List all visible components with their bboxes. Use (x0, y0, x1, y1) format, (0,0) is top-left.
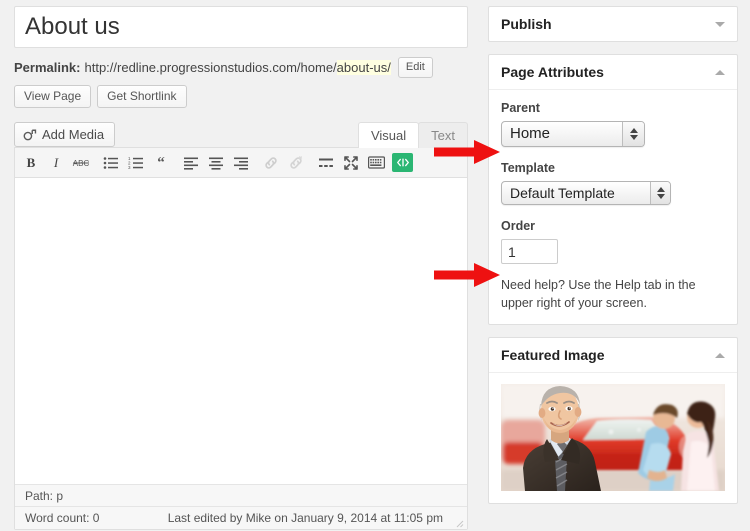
page-attributes-help-text: Need help? Use the Help tab in the upper… (501, 278, 696, 311)
editor-path-status: Path: p (15, 484, 467, 506)
get-shortlink-button[interactable]: Get Shortlink (97, 85, 187, 108)
parent-select[interactable]: Home (501, 121, 645, 147)
parent-select-value: Home (510, 125, 551, 142)
edit-permalink-button[interactable]: Edit (397, 57, 433, 78)
parent-select-stepper[interactable] (622, 122, 644, 146)
parent-label: Parent (501, 101, 540, 115)
chevron-down-icon[interactable] (715, 21, 725, 27)
page-attributes-box-header[interactable]: Page Attributes (489, 55, 737, 90)
page-title-box (14, 6, 468, 48)
template-select-stepper[interactable] (650, 182, 670, 204)
svg-text:“: “ (157, 156, 165, 170)
permalink-base-url: http://redline.progressionstudios.com/ho… (84, 60, 337, 75)
featured-image-box-title: Featured Image (501, 347, 605, 364)
bold-icon[interactable]: B (19, 151, 43, 175)
numbered-list-icon[interactable]: 1 2 3 (124, 151, 148, 175)
template-select-value: Default Template (510, 185, 615, 201)
fullscreen-icon[interactable] (339, 151, 363, 175)
annotation-arrow-order (434, 263, 500, 287)
blockquote-icon[interactable]: “ (149, 151, 173, 175)
svg-text:B: B (27, 155, 36, 170)
word-count-label: Word count: 0 (25, 511, 100, 525)
editor-shell: B I ABC 1 2 3 “ Path: p Word count: 0 La… (14, 147, 468, 530)
template-select[interactable]: Default Template (501, 181, 671, 205)
strikethrough-icon[interactable]: ABC (69, 151, 93, 175)
publish-box: Publish (488, 6, 738, 42)
order-input[interactable] (501, 239, 558, 264)
order-label: Order (501, 219, 536, 233)
unlink-icon[interactable] (284, 151, 308, 175)
editor-toolbar: B I ABC 1 2 3 “ (15, 148, 467, 178)
wordpress-page-editor-screen: Permalink: http://redline.progressionstu… (0, 0, 750, 530)
tab-visual[interactable]: Visual (357, 122, 420, 148)
add-media-icon (23, 128, 37, 142)
page-title-input[interactable] (23, 13, 459, 41)
main-editor-column: Permalink: http://redline.progressionstu… (14, 6, 468, 530)
align-left-icon[interactable] (179, 151, 203, 175)
add-media-label: Add Media (42, 127, 105, 142)
add-media-button[interactable]: Add Media (14, 122, 116, 147)
page-attributes-box-title: Page Attributes (501, 64, 604, 80)
page-attributes-box: Page Attributes Parent Home Template Def… (488, 54, 738, 326)
shortcode-icon[interactable] (392, 153, 413, 172)
featured-image-content (489, 373, 737, 503)
permalink-row: Permalink: http://redline.progressionstu… (14, 57, 468, 78)
chevron-up-icon[interactable] (715, 69, 725, 75)
editor-content-area[interactable] (15, 178, 467, 484)
chevron-up-icon[interactable] (715, 352, 725, 358)
kitchen-sink-icon[interactable] (364, 151, 388, 175)
editor-top-bar: Add Media Visual Text (14, 120, 468, 148)
template-label: Template (501, 161, 555, 175)
permalink-action-buttons: View Page Get Shortlink (14, 85, 468, 108)
editor-footer-status: Word count: 0 Last edited by Mike on Jan… (15, 506, 467, 529)
annotation-arrow-parent (434, 140, 500, 164)
bullet-list-icon[interactable] (99, 151, 123, 175)
publish-box-title: Publish (501, 16, 552, 32)
link-icon[interactable] (259, 151, 283, 175)
editor-resize-handle[interactable] (454, 517, 464, 528)
view-page-button[interactable]: View Page (14, 85, 92, 108)
last-edited-label: Last edited by Mike on January 9, 2014 a… (167, 511, 443, 525)
svg-text:3: 3 (128, 165, 131, 170)
italic-icon[interactable]: I (44, 151, 68, 175)
svg-text:I: I (53, 155, 59, 170)
sidebar-column: Publish Page Attributes Parent Home Temp… (488, 6, 738, 516)
insert-more-tag-icon[interactable] (314, 151, 338, 175)
permalink-slug[interactable]: about-us/ (336, 60, 391, 75)
align-center-icon[interactable] (204, 151, 228, 175)
page-attributes-content: Parent Home Template Default Template Or… (489, 90, 737, 324)
permalink-label: Permalink: (14, 60, 81, 75)
featured-image-box-header[interactable]: Featured Image (489, 338, 737, 374)
align-right-icon[interactable] (229, 151, 253, 175)
publish-box-header[interactable]: Publish (489, 7, 737, 41)
featured-image-box: Featured Image (488, 337, 738, 505)
featured-image-thumbnail[interactable] (501, 384, 725, 492)
